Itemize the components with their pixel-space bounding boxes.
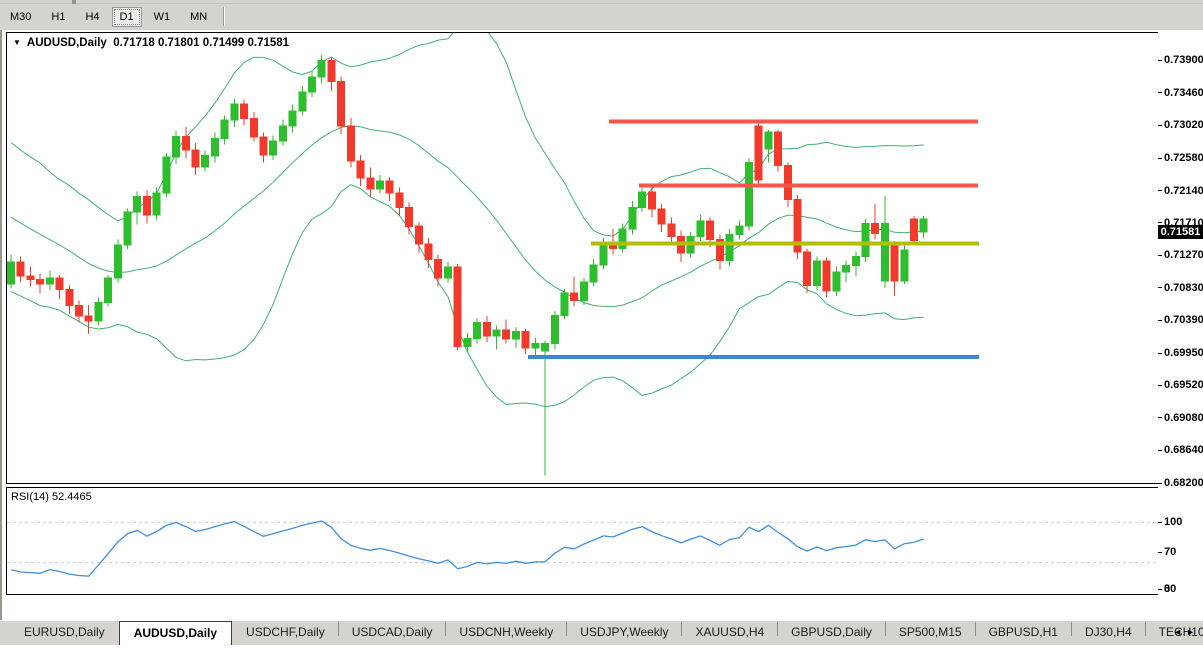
chart-tab-usdcnh-weekly[interactable]: USDCNH,Weekly xyxy=(445,621,567,645)
price-axis-label: 0.71270 xyxy=(1158,249,1203,261)
tab-strip: EURUSD,DailyAUDUSD,DailyUSDCHF,DailyUSDC… xyxy=(10,621,1203,646)
tab-scroll-left-icon[interactable]: ◄ xyxy=(1173,627,1186,637)
tab-scroll-arrows: ◄► xyxy=(1173,627,1199,637)
tab-separator xyxy=(1071,622,1072,636)
chart-tab-bar: EURUSD,DailyAUDUSD,DailyUSDCHF,DailyUSDC… xyxy=(0,620,1203,645)
price-chart-canvas[interactable] xyxy=(7,33,1159,483)
rsi-canvas[interactable] xyxy=(7,488,1159,594)
current-price-tag: 0.71581 xyxy=(1158,225,1203,239)
price-chart-pane[interactable]: ▼ AUDUSD,Daily 0.71718 0.71801 0.71499 0.… xyxy=(6,32,1160,484)
timeframe-button-w1[interactable]: W1 xyxy=(146,7,179,27)
price-axis-label: 0.68640 xyxy=(1158,444,1203,456)
timeframe-button-h4[interactable]: H4 xyxy=(77,7,107,27)
chart-title: ▼ AUDUSD,Daily 0.71718 0.71801 0.71499 0.… xyxy=(13,37,289,49)
chart-tab-usdjpy-weekly[interactable]: USDJPY,Weekly xyxy=(566,621,682,645)
timeframe-button-m30[interactable]: M30 xyxy=(2,7,39,27)
chart-tab-usdchf-daily[interactable]: USDCHF,Daily xyxy=(232,621,339,645)
timeframe-button-h1[interactable]: H1 xyxy=(43,7,73,27)
chart-tab-xauusd-h4[interactable]: XAUUSD,H4 xyxy=(681,621,778,645)
price-axis-label: 0.68200 xyxy=(1158,477,1203,489)
tab-separator xyxy=(777,622,778,636)
price-axis-label: 0.73900 xyxy=(1158,54,1203,66)
tab-separator xyxy=(975,622,976,636)
rsi-axis-label: 70 xyxy=(1158,546,1176,558)
rsi-line xyxy=(11,521,924,576)
chart-symbol: AUDUSD,Daily xyxy=(27,37,107,49)
price-axis-label: 0.70830 xyxy=(1158,282,1203,294)
tab-scroll-right-icon[interactable]: ► xyxy=(1186,627,1199,637)
price-axis-label: 0.70390 xyxy=(1158,314,1203,326)
rsi-axis-label: 100 xyxy=(1158,516,1182,528)
chart-tab-usdcad-daily[interactable]: USDCAD,Daily xyxy=(338,621,447,645)
timeframe-button-mn[interactable]: MN xyxy=(182,7,215,27)
chart-tab-audusd-daily[interactable]: AUDUSD,Daily xyxy=(119,621,232,645)
rsi-indicator-pane[interactable]: RSI(14) 52.4465 xyxy=(6,487,1160,595)
rsi-levels xyxy=(7,522,1159,562)
price-axis-label: 0.69950 xyxy=(1158,347,1203,359)
tab-separator xyxy=(566,622,567,636)
chart-tab-gbpusd-daily[interactable]: GBPUSD,Daily xyxy=(777,621,886,645)
chart-tab-gbpusd-h1[interactable]: GBPUSD,H1 xyxy=(975,621,1072,645)
price-axis-label: 0.73020 xyxy=(1158,119,1203,131)
chart-tab-eurusd-daily[interactable]: EURUSD,Daily xyxy=(10,621,119,645)
price-axis[interactable]: 0.739000.734600.730200.725800.721400.717… xyxy=(1158,30,1203,596)
tab-separator xyxy=(1145,622,1146,636)
rsi-label: RSI(14) 52.4465 xyxy=(11,491,92,503)
symbol-dropdown-icon[interactable]: ▼ xyxy=(13,38,21,47)
price-axis-label: 0.73460 xyxy=(1158,87,1203,99)
timeframe-button-d1[interactable]: D1 xyxy=(112,7,142,27)
candles-layer xyxy=(8,55,928,476)
tab-separator xyxy=(681,622,682,636)
price-axis-label: 0.69080 xyxy=(1158,412,1203,424)
price-axis-label: 0.72580 xyxy=(1158,152,1203,164)
chart-tab-sp500-m15[interactable]: SP500,M15 xyxy=(885,621,976,645)
price-axis-label: 0.69520 xyxy=(1158,379,1203,391)
chart-window: ▼ AUDUSD,Daily 0.71718 0.71801 0.71499 0.… xyxy=(0,30,1203,620)
rsi-axis-label: 0 xyxy=(1158,583,1170,595)
chart-ohlc-values: 0.71718 0.71801 0.71499 0.71581 xyxy=(113,37,289,49)
tab-separator xyxy=(338,622,339,636)
chart-tab-dj30-h4[interactable]: DJ30,H4 xyxy=(1071,621,1146,645)
tab-separator xyxy=(445,622,446,636)
toolbar-separator xyxy=(223,7,225,26)
price-axis-label: 0.72140 xyxy=(1158,185,1203,197)
tab-separator xyxy=(885,622,886,636)
timeframe-toolbar: M30H1H4D1W1MN xyxy=(0,4,1203,30)
